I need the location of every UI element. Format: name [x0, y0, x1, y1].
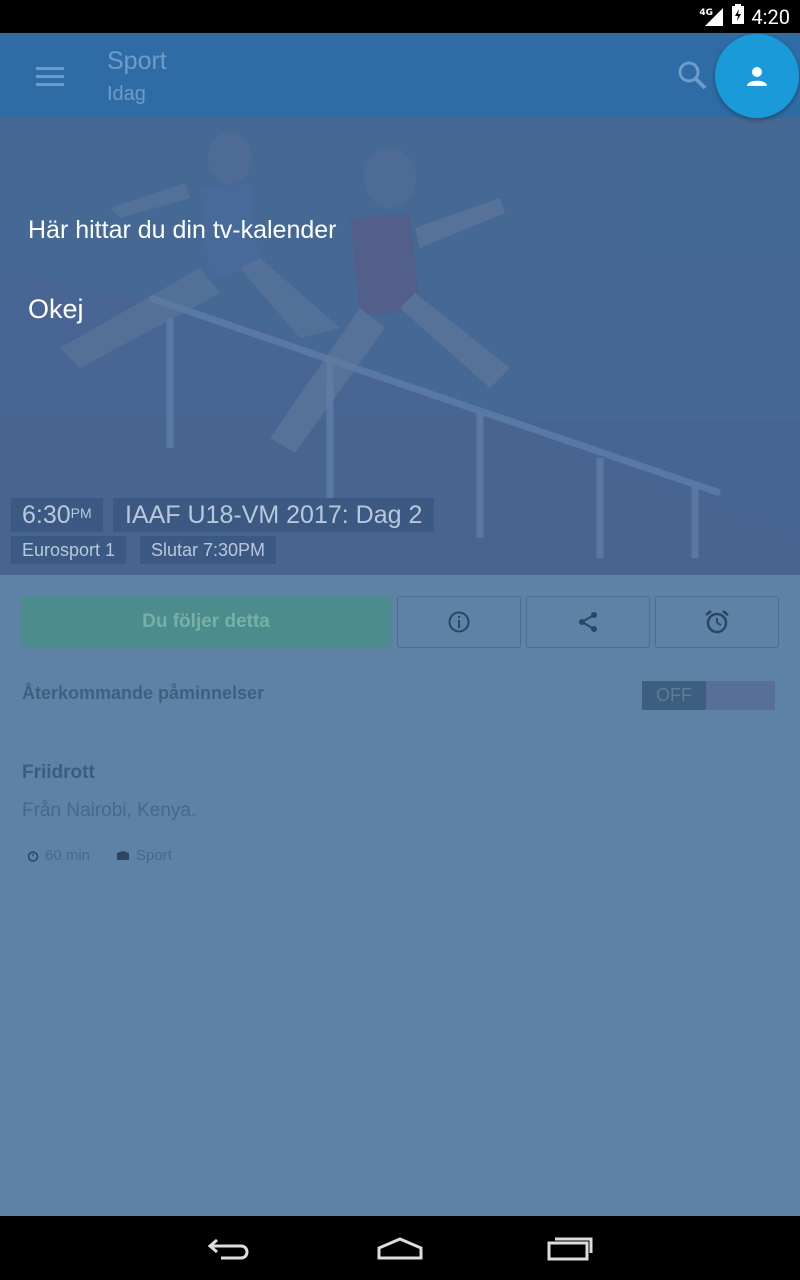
- profile-button[interactable]: [715, 34, 799, 118]
- program-title: IAAF U18-VM 2017: Dag 2: [113, 498, 435, 532]
- menu-icon[interactable]: [36, 67, 64, 87]
- share-icon: [579, 612, 597, 632]
- app-toolbar: Sport Idag: [0, 33, 800, 118]
- tip-ok-button[interactable]: Okej: [28, 294, 84, 325]
- program-end-time: Slutar 7:30PM: [140, 536, 277, 564]
- system-nav-bar: [0, 1216, 800, 1280]
- program-description: Från Nairobi, Kenya.: [22, 800, 197, 821]
- status-bar: 4G 4:20: [0, 0, 800, 33]
- follow-button[interactable]: Du följer detta: [21, 596, 391, 647]
- info-button[interactable]: [397, 596, 521, 648]
- alarm-button[interactable]: [655, 596, 779, 648]
- program-genre: Friidrott: [22, 762, 95, 783]
- person-icon: [747, 67, 767, 86]
- program-duration: 60 min: [45, 847, 91, 864]
- tip-message: Här hittar du din tv-kalender: [28, 216, 337, 244]
- program-start-time: 6:30PM: [11, 498, 103, 532]
- action-row: Du följer detta: [0, 596, 800, 648]
- info-icon: [448, 611, 470, 633]
- recents-button[interactable]: [540, 1230, 600, 1266]
- back-icon: [207, 1238, 249, 1260]
- program-category: Sport: [136, 847, 172, 864]
- alarm-icon: [705, 610, 729, 634]
- category-icon: [117, 851, 130, 860]
- home-icon: [377, 1237, 423, 1260]
- share-button[interactable]: [526, 596, 650, 648]
- recurring-reminders-toggle[interactable]: OFF: [642, 681, 775, 710]
- toggle-state: OFF: [642, 681, 706, 710]
- toolbar-title: Sport: [107, 47, 167, 75]
- program-channel: Eurosport 1: [11, 536, 127, 564]
- back-button[interactable]: [200, 1230, 260, 1266]
- program-hero-image: Här hittar du din tv-kalender Okej 6:30P…: [0, 118, 800, 575]
- home-button[interactable]: [370, 1230, 430, 1266]
- toolbar-subtitle: Idag: [107, 83, 146, 105]
- signal-icon: 4G: [699, 6, 725, 28]
- network-type: 4G: [699, 7, 714, 18]
- battery-icon: [731, 3, 745, 30]
- program-meta: 60 min Sport: [27, 847, 172, 864]
- timer-icon: [27, 850, 39, 862]
- recents-icon: [547, 1237, 593, 1261]
- app-content: Här hittar du din tv-kalender Okej 6:30P…: [0, 33, 800, 1216]
- search-icon[interactable]: [676, 59, 708, 91]
- clock: 4:20: [751, 4, 790, 29]
- recurring-reminders-label: Återkommande påminnelser: [22, 683, 265, 703]
